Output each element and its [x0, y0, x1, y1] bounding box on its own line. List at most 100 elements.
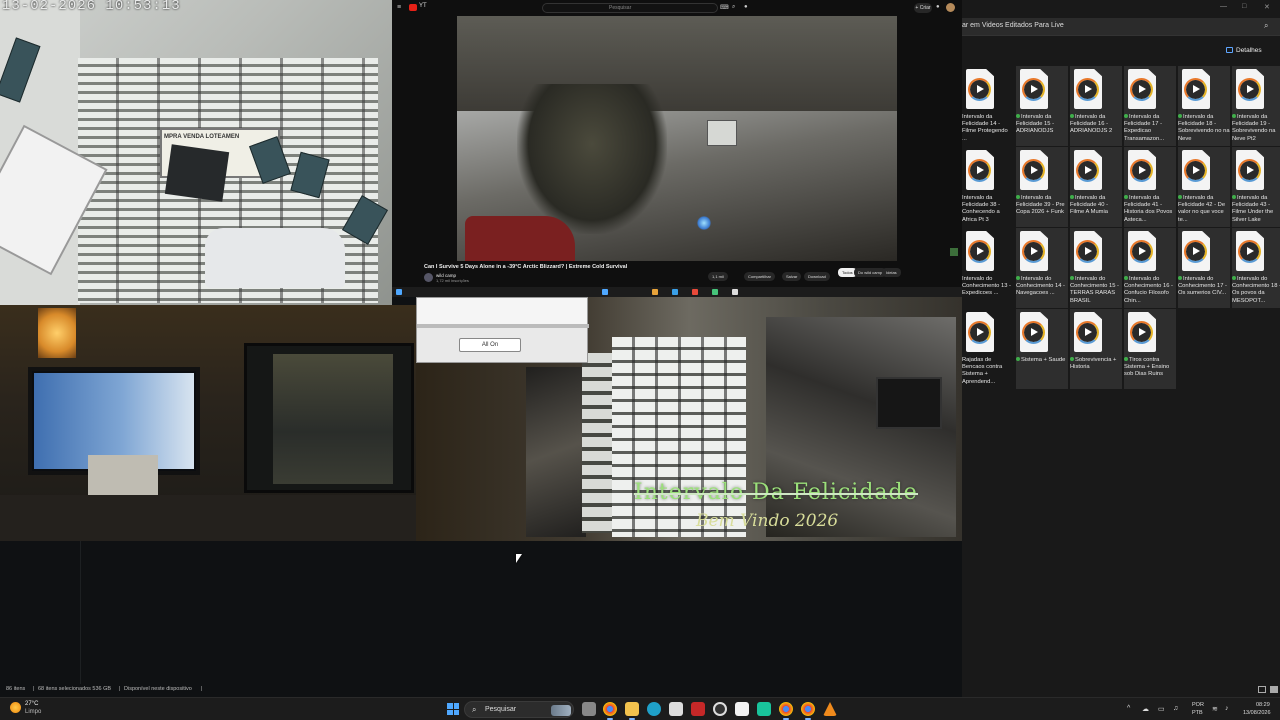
- camera-grate: [582, 353, 612, 533]
- file-tile[interactable]: Intervalo do Conhecimento 13 - Expedicoe…: [962, 228, 1014, 308]
- details-view-icon[interactable]: [1258, 686, 1266, 693]
- video-file-icon: [1236, 231, 1264, 271]
- task-view-icon[interactable]: [582, 702, 596, 716]
- chip-related[interactable]: Ideias: [882, 268, 901, 277]
- details-button[interactable]: Detalhes: [1236, 47, 1262, 54]
- play-icon: [968, 240, 991, 263]
- chrome-icon[interactable]: [603, 702, 617, 720]
- file-tile[interactable]: Intervalo da Felicidade 41 - Historia do…: [1124, 147, 1176, 227]
- microphone-icon[interactable]: ●: [744, 4, 748, 10]
- save-button[interactable]: Salvar: [782, 272, 802, 281]
- tray-chevron-icon[interactable]: ^: [1127, 705, 1130, 712]
- start-button[interactable]: [447, 703, 459, 715]
- file-tile[interactable]: Intervalo da Felicidade 38 - Conhecendo …: [962, 147, 1014, 227]
- explorer-search-field[interactable]: ar em Videos Editados Para Live ⌕: [962, 18, 1280, 36]
- file-tile[interactable]: Intervalo da Felicidade 43 - Filme Under…: [1232, 147, 1280, 227]
- file-tile[interactable]: Tiros contra Sistema + Ensino sob Dias R…: [1124, 309, 1176, 389]
- wifi-icon[interactable]: ≋: [1212, 705, 1218, 713]
- taskbar-search-input[interactable]: ⌕ Pesquisar: [464, 701, 574, 718]
- volume-icon[interactable]: ♪: [1225, 705, 1229, 712]
- video-title: Can I Survive 5 Days Alone in a -39°C Ar…: [424, 264, 628, 270]
- video-file-icon: [1020, 150, 1048, 190]
- chrome-icon[interactable]: [801, 702, 815, 720]
- camera-car: [205, 228, 345, 288]
- sync-status-icon: [1016, 195, 1020, 200]
- obs-icon[interactable]: [713, 702, 727, 716]
- weather-temperature[interactable]: 27°C: [25, 701, 38, 707]
- file-tile[interactable]: Intervalo da Felicidade 14 - Filme Prote…: [962, 66, 1014, 146]
- keyboard-layout[interactable]: PTB: [1192, 710, 1203, 716]
- calculator-icon[interactable]: [669, 702, 683, 716]
- channel-avatar[interactable]: [424, 273, 433, 282]
- chrome-icon[interactable]: [779, 702, 793, 720]
- maximize-icon[interactable]: □: [1242, 3, 1246, 10]
- all-on-button[interactable]: All On: [459, 338, 521, 352]
- create-button[interactable]: + Criar: [914, 3, 932, 13]
- thumbnail-view-icon[interactable]: [1270, 686, 1278, 693]
- status-separator: |: [201, 686, 203, 692]
- cloud-icon[interactable]: ☁: [1142, 705, 1149, 713]
- sync-status-icon: [1124, 114, 1128, 119]
- autocad-icon[interactable]: [691, 702, 705, 716]
- language-indicator[interactable]: POR: [1192, 702, 1204, 708]
- file-tile[interactable]: Rajadas de Bencaos contra Sistema + Apre…: [962, 309, 1014, 389]
- miniplayer-icon[interactable]: [950, 248, 958, 256]
- file-name: Intervalo da Felicidade 15 - ADRIANODJS: [1016, 114, 1055, 135]
- dialog-popup: All On: [416, 297, 589, 363]
- keyboard-icon[interactable]: ⌨: [720, 4, 729, 11]
- file-tile[interactable]: Sistema + Saude: [1016, 309, 1068, 389]
- search-icon[interactable]: ⌕: [732, 4, 735, 11]
- clock-date[interactable]: 13/08/2026: [1243, 710, 1271, 716]
- file-tile[interactable]: Intervalo do Conhecimento 16 - Confucio …: [1124, 228, 1176, 308]
- video-file-icon: [966, 69, 994, 109]
- vlc-icon[interactable]: [823, 702, 837, 716]
- play-icon: [1130, 321, 1153, 344]
- file-tile[interactable]: Intervalo da Felicidade 40 - Filme A Mum…: [1070, 147, 1122, 227]
- minimize-icon[interactable]: —: [1220, 3, 1227, 10]
- file-tile[interactable]: Intervalo do Conhecimento 15 - TERRAS RA…: [1070, 228, 1122, 308]
- file-tile[interactable]: Intervalo da Felicidade 42 - De valor no…: [1178, 147, 1230, 227]
- file-tile[interactable]: Intervalo da Felicidade 15 - ADRIANODJS: [1016, 66, 1068, 146]
- file-tile[interactable]: Intervalo do Conhecimento 17 - Os sumeri…: [1178, 228, 1230, 308]
- edge-icon[interactable]: [647, 702, 661, 716]
- file-tile-label: Sistema + Saude: [1016, 357, 1068, 364]
- youtube-search-input[interactable]: Pesquisar: [542, 3, 718, 13]
- microphone-icon[interactable]: ♫: [1173, 705, 1178, 712]
- file-tile-label: Sobrevivencia + Historia: [1070, 357, 1122, 371]
- steam-icon[interactable]: [735, 702, 749, 716]
- app-icon[interactable]: [757, 702, 771, 716]
- download-button[interactable]: Download: [804, 272, 830, 281]
- video-player[interactable]: [457, 16, 897, 261]
- file-tile-label: Intervalo da Felicidade 16 - ADRIANODJS …: [1070, 114, 1122, 136]
- video-file-icon: [1074, 69, 1102, 109]
- like-button[interactable]: 1,1 mil: [708, 272, 728, 281]
- file-tile[interactable]: Sobrevivencia + Historia: [1070, 309, 1122, 389]
- file-tile[interactable]: Intervalo do Conhecimento 14 - Navegacoe…: [1016, 228, 1068, 308]
- file-tile[interactable]: Intervalo da Felicidade 18 - Sobrevivend…: [1178, 66, 1230, 146]
- file-tile[interactable]: Intervalo da Felicidade 16 - ADRIANODJS …: [1070, 66, 1122, 146]
- weather-condition[interactable]: Limpo: [25, 709, 41, 715]
- file-name: Intervalo do Conhecimento 18 - Os povos …: [1232, 276, 1280, 304]
- overlay-subtitle: Bem Vindo 2026: [696, 511, 839, 531]
- video-file-icon: [1074, 231, 1102, 271]
- share-button[interactable]: Compartilhar: [744, 272, 775, 281]
- file-tile[interactable]: Intervalo da Felicidade 17 - Expedicao T…: [1124, 66, 1176, 146]
- avatar[interactable]: [946, 3, 955, 12]
- tray-app-icon[interactable]: ▭: [1158, 705, 1165, 713]
- file-tile[interactable]: Intervalo do Conhecimento 18 - Os povos …: [1232, 228, 1280, 308]
- weather-sun-icon[interactable]: [10, 702, 21, 713]
- youtube-logo-icon[interactable]: [409, 4, 417, 11]
- channel-subscribers: 1,72 mil inscrições: [436, 278, 469, 283]
- file-tile[interactable]: Intervalo da Felicidade 19 - Sobrevivend…: [1232, 66, 1280, 146]
- notifications-icon[interactable]: ●: [936, 4, 940, 10]
- play-icon: [1076, 240, 1099, 263]
- clock-time[interactable]: 08:29: [1256, 702, 1270, 708]
- close-icon[interactable]: ✕: [1264, 3, 1270, 11]
- file-explorer[interactable]: — □ ✕ ar em Videos Editados Para Live ⌕ …: [962, 0, 1280, 720]
- file-explorer-icon[interactable]: [625, 702, 639, 720]
- details-pane-icon[interactable]: [1226, 47, 1233, 53]
- hamburger-menu-icon[interactable]: ≡: [397, 4, 401, 11]
- file-tile[interactable]: Intervalo da Felicidade 39 - Pre Copa 20…: [1016, 147, 1068, 227]
- youtube-window[interactable]: ≡ YT Pesquisar ⌨ ⌕ ● + Criar ● Can I Sur…: [392, 0, 962, 297]
- search-icon[interactable]: ⌕: [1264, 21, 1268, 31]
